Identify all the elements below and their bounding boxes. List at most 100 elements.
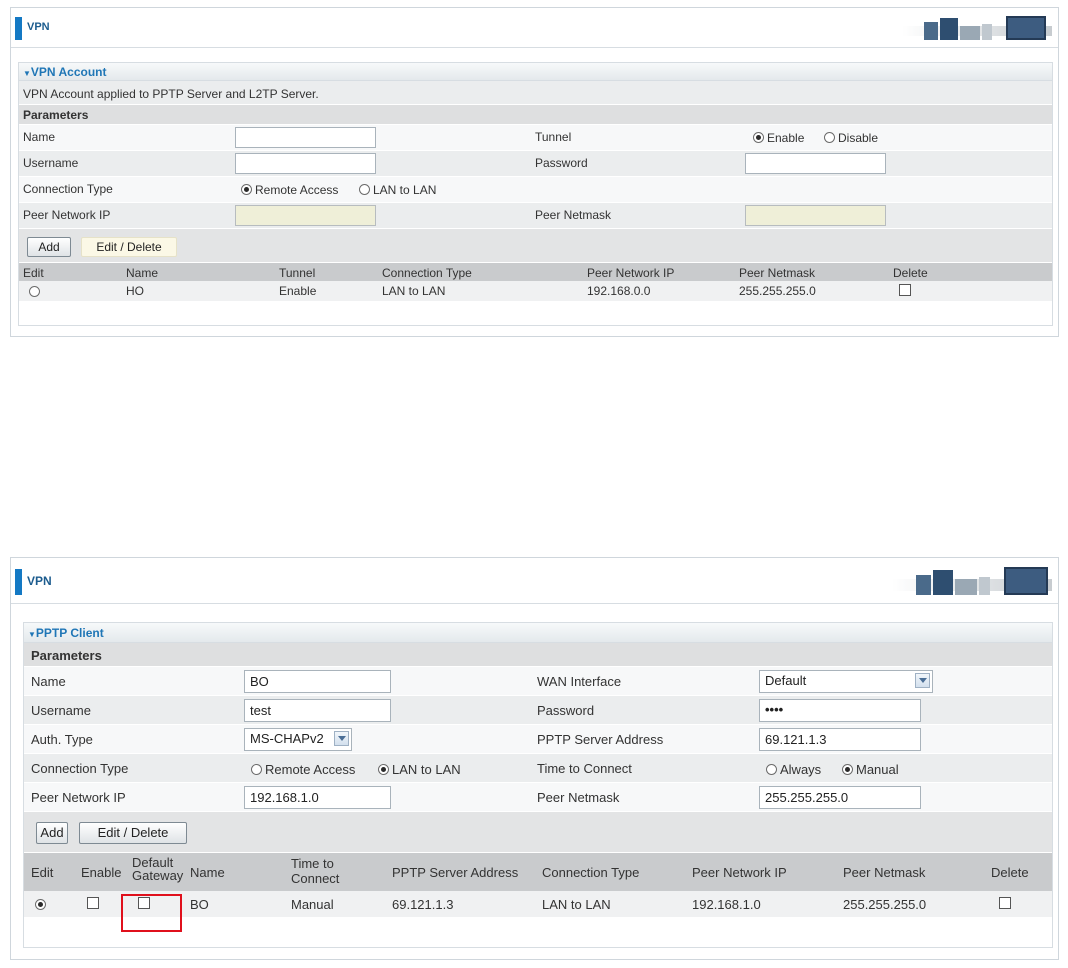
edit-delete-button[interactable]: Edit / Delete xyxy=(79,822,187,844)
remote-access-radio[interactable]: Remote Access xyxy=(241,183,338,197)
table-row: HO Enable LAN to LAN 192.168.0.0 255.255… xyxy=(19,281,1052,301)
peer-netmask-input xyxy=(745,205,886,226)
buttons-row: Add Edit / Delete xyxy=(19,229,1052,263)
panel-header: VPN xyxy=(11,558,1058,604)
peer-netmask-label: Peer Netmask xyxy=(537,790,620,805)
username-input[interactable] xyxy=(235,153,376,174)
edit-delete-button[interactable]: Edit / Delete xyxy=(81,237,177,257)
col-pptp-server-address: PPTP Server Address xyxy=(392,865,519,880)
manual-radio[interactable]: Manual xyxy=(842,762,899,777)
auth-server-row: Auth. Type MS-CHAPv2 PPTP Server Address xyxy=(24,725,1052,754)
peer-netmask-input[interactable] xyxy=(759,786,921,809)
col-edit: Edit xyxy=(31,865,54,880)
page-title: VPN xyxy=(27,21,50,33)
parameters-header: Parameters xyxy=(19,105,1052,125)
col-connection-type: Connection Type xyxy=(382,266,472,280)
row-name: BO xyxy=(190,897,209,912)
row-name: HO xyxy=(126,284,144,298)
connection-type-label: Connection Type xyxy=(31,761,129,776)
radio-selected-icon xyxy=(241,184,252,195)
peer-network-ip-input[interactable] xyxy=(244,786,391,809)
lan-to-lan-radio[interactable]: LAN to LAN xyxy=(378,762,461,777)
wan-interface-select[interactable]: Default xyxy=(759,670,933,693)
col-edit: Edit xyxy=(23,266,44,280)
collapse-triangle-icon: ▼ xyxy=(23,69,31,78)
lan-to-lan-radio[interactable]: LAN to LAN xyxy=(359,183,436,197)
pptp-table-header: Edit Enable Default Gateway Name Time to… xyxy=(24,853,1052,891)
auth-type-select[interactable]: MS-CHAPv2 xyxy=(244,728,352,751)
username-password-row: Username Password xyxy=(19,151,1052,177)
row-connection-type: LAN to LAN xyxy=(542,897,611,912)
wan-interface-value: Default xyxy=(765,673,807,688)
add-button[interactable]: Add xyxy=(36,822,68,844)
section-title-pptp-client[interactable]: ▼PPTP Client xyxy=(24,623,1052,643)
time-to-connect-label: Time to Connect xyxy=(537,761,632,776)
pptp-server-address-input[interactable] xyxy=(759,728,921,751)
enable-checkbox[interactable] xyxy=(87,897,99,909)
radio-selected-icon xyxy=(378,764,389,775)
peer-network-ip-label: Peer Network IP xyxy=(31,790,126,805)
col-name: Name xyxy=(190,865,225,880)
add-button[interactable]: Add xyxy=(27,237,71,257)
edit-radio[interactable] xyxy=(29,285,43,299)
auth-type-label: Auth. Type xyxy=(31,732,93,747)
collapse-triangle-icon: ▼ xyxy=(28,630,36,639)
header-network-graphic xyxy=(902,16,1052,40)
name-input[interactable] xyxy=(235,127,376,148)
radio-selected-icon xyxy=(842,764,853,775)
col-connection-type: Connection Type xyxy=(542,865,640,880)
always-radio[interactable]: Always xyxy=(766,762,821,777)
username-password-row: Username Password •••• xyxy=(24,696,1052,725)
connection-type-row: Connection Type Remote Access LAN to LAN xyxy=(19,177,1052,203)
panel-header: VPN xyxy=(11,8,1058,48)
tunnel-label: Tunnel xyxy=(535,130,572,144)
row-peer-network-ip: 192.168.1.0 xyxy=(692,897,761,912)
pptp-server-address-label: PPTP Server Address xyxy=(537,732,664,747)
col-time-to-connect: Time to Connect xyxy=(291,856,340,886)
name-label: Name xyxy=(31,674,66,689)
row-tunnel: Enable xyxy=(279,284,317,298)
section-title-vpn-account[interactable]: ▼VPN Account xyxy=(19,63,1052,81)
col-tunnel: Tunnel xyxy=(279,266,316,280)
header-network-graphic xyxy=(892,567,1052,595)
peer-network-ip-label: Peer Network IP xyxy=(23,208,111,222)
radio-unselected-icon xyxy=(766,764,777,775)
connection-type-label: Connection Type xyxy=(23,182,113,196)
radio-unselected-icon xyxy=(359,184,370,195)
page-title: VPN xyxy=(27,574,52,588)
highlight-box xyxy=(121,894,182,932)
col-peer-network-ip: Peer Network IP xyxy=(692,865,787,880)
account-table-header: Edit Name Tunnel Connection Type Peer Ne… xyxy=(19,263,1052,281)
tunnel-disable-radio[interactable]: Disable xyxy=(824,131,878,145)
row-connection-type: LAN to LAN xyxy=(382,284,446,298)
password-label: Password xyxy=(535,156,588,170)
radio-unselected-icon xyxy=(251,764,262,775)
delete-checkbox[interactable] xyxy=(899,284,911,296)
password-input[interactable] xyxy=(745,153,886,174)
username-input[interactable] xyxy=(244,699,391,722)
buttons-row: Add Edit / Delete xyxy=(24,812,1052,853)
name-tunnel-row: Name Tunnel Enable Disable xyxy=(19,125,1052,151)
row-pptp-server-address: 69.121.1.3 xyxy=(392,897,454,912)
col-name: Name xyxy=(126,266,159,280)
col-enable: Enable xyxy=(81,865,122,880)
delete-checkbox[interactable] xyxy=(999,897,1011,909)
col-peer-netmask: Peer Netmask xyxy=(843,865,926,880)
remote-access-radio[interactable]: Remote Access xyxy=(251,762,355,777)
name-input[interactable] xyxy=(244,670,391,693)
parameters-header: Parameters xyxy=(24,643,1052,667)
tunnel-enable-radio[interactable]: Enable xyxy=(753,131,804,145)
password-input[interactable]: •••• xyxy=(759,699,921,722)
col-delete: Delete xyxy=(991,865,1029,880)
name-wan-row: Name WAN Interface Default xyxy=(24,667,1052,696)
col-default-gateway: Default Gateway xyxy=(132,856,184,883)
edit-radio[interactable] xyxy=(35,897,49,912)
col-delete: Delete xyxy=(893,266,928,280)
description-text: VPN Account applied to PPTP Server and L… xyxy=(23,87,319,101)
row-time-to-connect: Manual xyxy=(291,897,334,912)
radio-selected-icon xyxy=(753,132,764,143)
connection-time-row: Connection Type Remote Access LAN to LAN… xyxy=(24,754,1052,783)
peer-netmask-label: Peer Netmask xyxy=(535,208,612,222)
vpn-account-section: ▼VPN Account VPN Account applied to PPTP… xyxy=(18,62,1053,326)
vpn-account-panel: VPN ▼VPN Account VPN Account applied to … xyxy=(10,7,1059,337)
